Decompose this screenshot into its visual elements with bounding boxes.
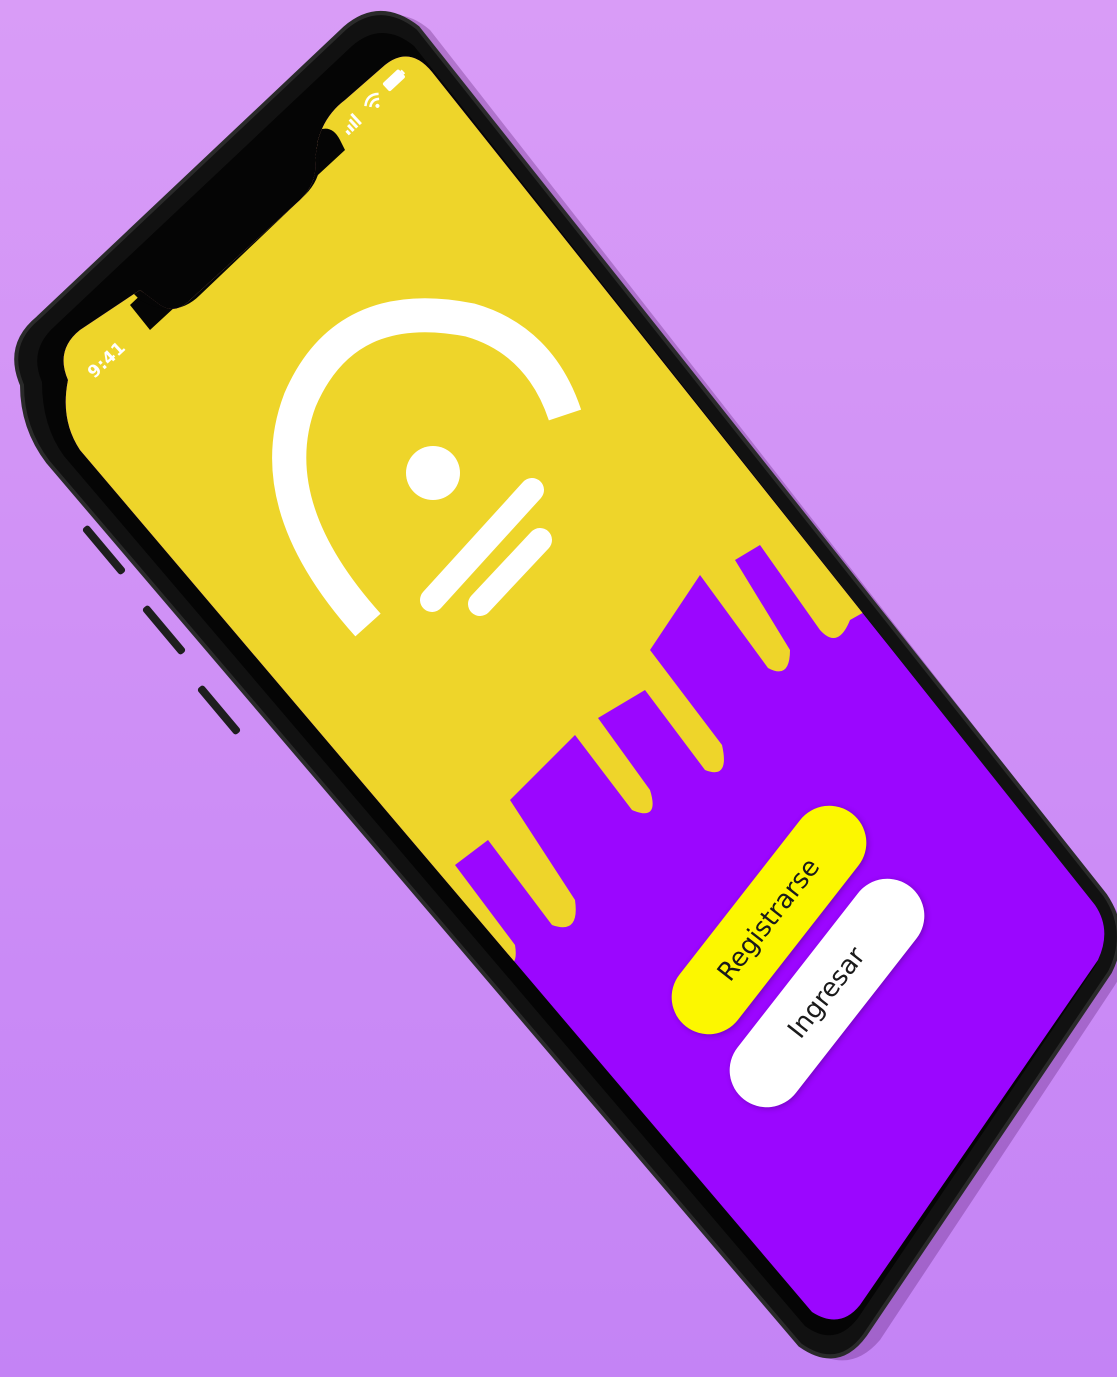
side-button-3 <box>197 685 241 735</box>
phone-device <box>14 11 1117 1361</box>
logo-dot <box>406 446 460 500</box>
app-mockup: 9:41 Registrarse Ingresar <box>0 0 1117 1377</box>
